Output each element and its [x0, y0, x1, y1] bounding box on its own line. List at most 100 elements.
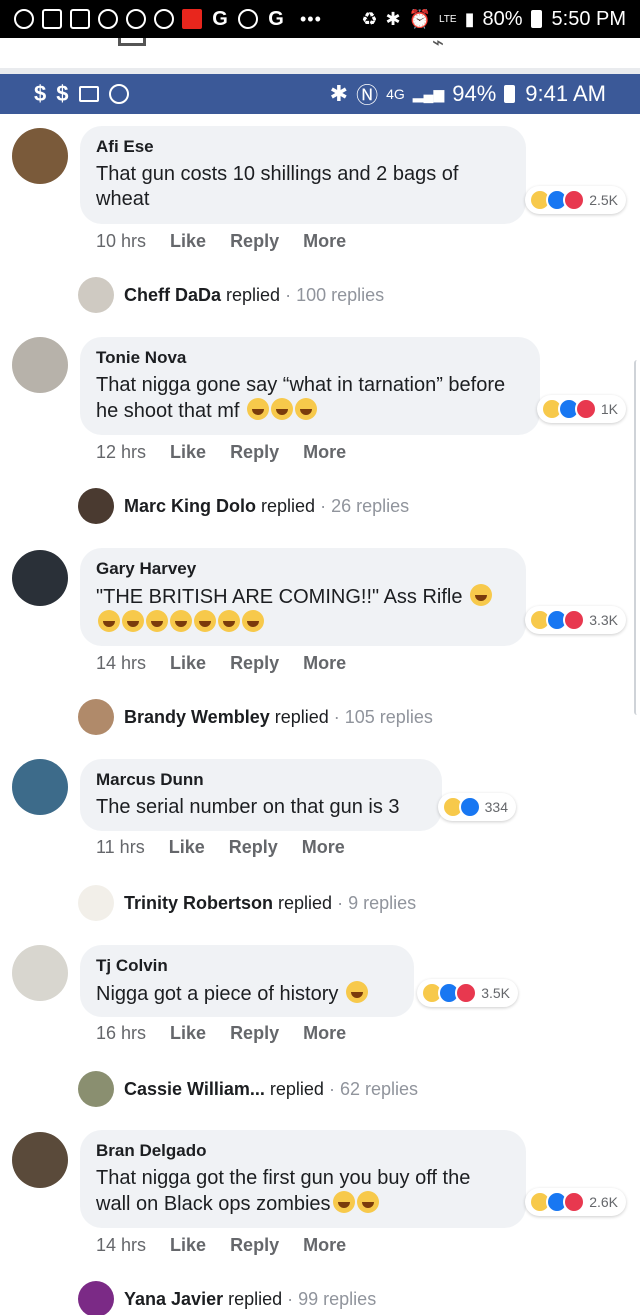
cash-app-icon: $: [34, 81, 47, 106]
comment-bubble[interactable]: Tonie Nova That nigga gone say “what in …: [80, 337, 540, 435]
comment-bubble[interactable]: Bran Delgado That nigga got the first gu…: [80, 1130, 526, 1228]
love-icon: [563, 1191, 586, 1213]
comment-bubble[interactable]: Afi Ese That gun costs 10 shillings and …: [80, 126, 526, 224]
clock: 9:41 AM: [525, 81, 606, 106]
loudly-crying-emoji: [146, 610, 168, 632]
more-link[interactable]: More: [303, 653, 346, 674]
reply-link[interactable]: Reply: [230, 1023, 279, 1044]
replies-link[interactable]: Yana Javier replied · 99 replies: [78, 1281, 376, 1315]
comment-author[interactable]: Bran Delgado: [96, 1140, 510, 1162]
like-link[interactable]: Like: [170, 653, 206, 674]
avatar[interactable]: [12, 550, 68, 606]
reply-link[interactable]: Reply: [229, 837, 278, 858]
battery-icon: [504, 85, 516, 103]
battery-saver-icon: ♻: [361, 8, 378, 29]
like-link[interactable]: Like: [170, 1023, 206, 1044]
more-link[interactable]: More: [303, 1235, 346, 1256]
replies-link[interactable]: Trinity Robertson replied · 9 replies: [78, 885, 416, 921]
message-icon: [42, 9, 62, 29]
comment-author[interactable]: Tonie Nova: [96, 347, 524, 369]
like-link[interactable]: Like: [170, 1235, 206, 1256]
comment-time: 14 hrs: [96, 1235, 147, 1255]
avatar[interactable]: [12, 128, 68, 184]
signal-bars-icon: ▂▄▆: [412, 85, 445, 102]
like-link[interactable]: Like: [169, 837, 205, 858]
replies-link[interactable]: Marc King Dolo replied · 26 replies: [78, 488, 409, 524]
replies-link[interactable]: Cassie William... replied · 62 replies: [78, 1071, 418, 1107]
comment-meta: 16 hrs Like Reply More: [96, 1023, 346, 1044]
outer-status-bar: G G ••• ♻ ✱ ⏰ LTE ▮ 80% 5:50 PM: [0, 0, 640, 38]
reaction-count: 2.5K: [589, 192, 618, 208]
comment-author[interactable]: Tj Colvin: [96, 955, 398, 977]
comment-text: That nigga got the first gun you buy off…: [96, 1166, 510, 1217]
replies-link[interactable]: Brandy Wembley replied · 105 replies: [78, 699, 433, 735]
love-icon: [563, 189, 586, 211]
reaction-summary[interactable]: 1K: [536, 395, 626, 423]
comment-bubble[interactable]: Tj Colvin Nigga got a piece of history: [80, 945, 414, 1017]
comment-bubble[interactable]: Marcus Dunn The serial number on that gu…: [80, 759, 442, 831]
avatar: [78, 1071, 114, 1107]
replier-name: Trinity Robertson: [124, 892, 274, 913]
instagram-icon-2: [126, 9, 146, 29]
comment-text-value: "THE BRITISH ARE COMING!!" Ass Rifle: [96, 586, 463, 608]
replier-name: Cassie William...: [124, 1078, 265, 1099]
replied-word: replied: [228, 1288, 283, 1309]
reaction-summary[interactable]: 3.3K: [525, 606, 626, 634]
reply-link[interactable]: Reply: [230, 442, 279, 463]
avatar[interactable]: [12, 945, 68, 1001]
reply-link[interactable]: Reply: [230, 231, 279, 252]
replied-word: replied: [278, 892, 333, 913]
more-link[interactable]: More: [302, 837, 345, 858]
bluetooth-icon: ✱: [385, 8, 401, 29]
reply-link[interactable]: Reply: [230, 653, 279, 674]
replies-link[interactable]: Cheff DaDa replied · 100 replies: [78, 277, 384, 313]
separator: ·: [333, 706, 340, 727]
reaction-summary[interactable]: 334: [437, 793, 516, 821]
comment-author[interactable]: Gary Harvey: [96, 558, 510, 580]
notification-icons: G G: [14, 9, 286, 29]
crying-laughing-emoji: [294, 398, 317, 420]
reaction-count: 2.6K: [589, 1194, 618, 1210]
avatar[interactable]: [12, 337, 68, 393]
system-status: ♻ ✱ ⏰ LTE ▮ 80% 5:50 PM: [361, 8, 626, 31]
like-link[interactable]: Like: [170, 231, 206, 252]
avatar[interactable]: [12, 1132, 68, 1188]
like-link[interactable]: Like: [170, 442, 206, 463]
reply-link[interactable]: Reply: [230, 1235, 279, 1256]
crying-laughing-emoji: [246, 398, 269, 420]
comment-meta: 11 hrs Like Reply More: [96, 837, 345, 858]
separator: ·: [337, 892, 344, 913]
comment-text-value: That nigga got the first gun you buy off…: [96, 1167, 471, 1215]
comment-bubble[interactable]: Gary Harvey "THE BRITISH ARE COMING!!" A…: [80, 548, 526, 646]
inner-system-status: ✱ Ⓝ 4G ▂▄▆ 94% 9:41 AM: [330, 78, 606, 110]
love-icon: [455, 982, 478, 1004]
reaction-summary[interactable]: 2.6K: [525, 1188, 626, 1216]
separator: ·: [320, 495, 327, 516]
reaction-summary[interactable]: 3.5K: [417, 979, 518, 1007]
google-icon-2: G: [268, 8, 284, 30]
comment-meta: 14 hrs Like Reply More: [96, 1235, 346, 1256]
more-link[interactable]: More: [303, 231, 346, 252]
more-link[interactable]: More: [303, 1023, 346, 1044]
scrollbar[interactable]: [634, 360, 640, 715]
replied-word: replied: [269, 1078, 324, 1099]
more-notifications-icon: •••: [300, 8, 322, 29]
more-link[interactable]: More: [303, 442, 346, 463]
rolling-laughing-emoji: [356, 1191, 379, 1213]
comment-time: 11 hrs: [96, 837, 145, 857]
reply-count: 105 replies: [344, 706, 433, 727]
avatar[interactable]: [12, 759, 68, 815]
comment-author[interactable]: Afi Ese: [96, 136, 510, 158]
signal-icon: LTE: [438, 13, 457, 25]
love-icon: [563, 609, 586, 631]
share-icon-fragment: ⌁: [432, 38, 445, 54]
battery-percent: 94%: [452, 81, 497, 106]
reaction-summary[interactable]: 2.5K: [525, 186, 626, 214]
signal-bars-icon: ▮: [464, 8, 475, 29]
nfc-icon: Ⓝ: [356, 83, 379, 108]
comment-author[interactable]: Marcus Dunn: [96, 769, 426, 791]
espn-icon: [182, 9, 202, 29]
replied-word: replied: [274, 706, 329, 727]
comment-meta: 12 hrs Like Reply More: [96, 442, 346, 463]
reply-count: 9 replies: [348, 892, 417, 913]
